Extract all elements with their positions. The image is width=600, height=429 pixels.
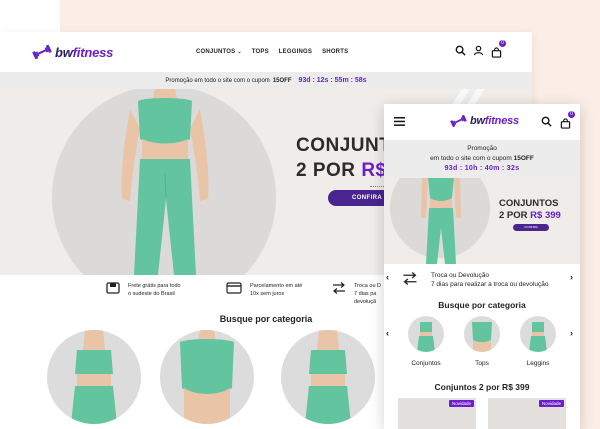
menu-item-conjuntos[interactable]: CONJUNTOS ⌄ bbox=[196, 49, 242, 55]
category-image bbox=[180, 330, 234, 424]
divider-dots bbox=[370, 186, 384, 187]
search-icon[interactable] bbox=[541, 116, 552, 127]
hamburger-menu-icon[interactable] bbox=[394, 117, 405, 126]
category-leggings[interactable] bbox=[281, 330, 375, 424]
category-tops[interactable] bbox=[160, 330, 254, 424]
benefit-text: 7 dias para realizar a troca ou devoluçã… bbox=[431, 281, 549, 288]
logo-suffix: fitness bbox=[72, 44, 114, 60]
benefit-installments: Parcelamento em até 10x sem juros bbox=[226, 282, 302, 298]
category-image bbox=[417, 322, 435, 352]
mobile-category-leggins[interactable]: Leggins bbox=[518, 316, 558, 367]
mobile-hero-headline: CONJUNTOS 2 POR R$ 399 bbox=[499, 198, 561, 221]
exchange-icon bbox=[403, 272, 417, 285]
search-icon[interactable] bbox=[455, 45, 466, 56]
credit-card-icon bbox=[226, 282, 242, 294]
new-badge: Novidade bbox=[538, 400, 564, 407]
shopping-bag-icon bbox=[560, 118, 571, 129]
mobile-hero-banner[interactable]: CONJUNTOS 2 POR R$ 399 CONFIRA bbox=[384, 178, 580, 264]
mobile-promo-bar: Promoção em todo o site com o cupom 15OF… bbox=[384, 140, 580, 178]
hero-price: R$ bbox=[361, 160, 387, 181]
promo-text: Promoção em todo o site com o cupom bbox=[165, 77, 270, 84]
mobile-benefit: ‹ Troca ou Devolução 7 dias para realiza… bbox=[384, 264, 580, 294]
mobile-category-conjuntos[interactable]: Conjuntos bbox=[406, 316, 446, 367]
cart-button[interactable]: 0 bbox=[560, 111, 575, 129]
hero-line-2: 2 POR bbox=[296, 160, 362, 181]
new-badge: Novidade bbox=[448, 400, 474, 407]
exchange-icon bbox=[333, 282, 345, 294]
menu-item-shorts[interactable]: SHORTS bbox=[322, 49, 348, 55]
promo-bar: Promoção em todo o site com o cupom 15OF… bbox=[0, 72, 532, 89]
dumbbell-icon bbox=[32, 45, 52, 59]
chevron-left-icon[interactable]: ‹ bbox=[386, 272, 389, 282]
mobile-logo[interactable]: bwfitness bbox=[450, 115, 519, 127]
mobile-product-list: Novidade Novidade bbox=[384, 398, 580, 429]
coupon-code: 15OFF bbox=[272, 77, 292, 84]
product-card[interactable]: Novidade bbox=[488, 398, 566, 429]
cart-count-badge: 0 bbox=[499, 40, 506, 47]
product-card[interactable]: Novidade bbox=[398, 398, 476, 429]
logo-prefix: bw bbox=[55, 44, 73, 60]
mobile-category-carousel: ‹ Conjuntos Tops Leggins › bbox=[384, 316, 580, 378]
desktop-header: bwfitness CONJUNTOS ⌄ TOPS LEGGINGS SHORT… bbox=[0, 32, 532, 72]
shopping-bag-icon bbox=[491, 47, 502, 58]
model-image bbox=[121, 89, 209, 275]
category-conjuntos[interactable] bbox=[47, 330, 141, 424]
mobile-category-tops[interactable]: Tops bbox=[462, 316, 502, 367]
category-image bbox=[529, 322, 547, 352]
cart-button[interactable]: 0 bbox=[491, 40, 506, 58]
chevron-right-icon[interactable]: › bbox=[570, 328, 573, 338]
user-icon[interactable] bbox=[473, 45, 484, 56]
main-menu: CONJUNTOS ⌄ TOPS LEGGINGS SHORTS bbox=[196, 32, 348, 72]
chevron-down-icon: ⌄ bbox=[237, 49, 242, 55]
chevron-left-icon[interactable]: ‹ bbox=[386, 328, 389, 338]
mobile-header: bwfitness 0 bbox=[384, 104, 580, 140]
benefit-exchange: Troca ou D7 dias pa devoluçã bbox=[332, 282, 381, 306]
chevron-right-icon[interactable]: › bbox=[570, 272, 573, 282]
menu-item-leggings[interactable]: LEGGINGS bbox=[279, 49, 312, 55]
coupon-code: 15OFF bbox=[513, 155, 534, 162]
mobile-preview: bwfitness 0 Promoção em todo o site com … bbox=[384, 104, 580, 429]
mobile-section-title: Conjuntos 2 por R$ 399 bbox=[434, 382, 530, 392]
logo[interactable]: bwfitness bbox=[32, 45, 113, 60]
benefit-title: Troca ou Devolução bbox=[431, 272, 489, 279]
category-image bbox=[472, 322, 492, 352]
mobile-hero-cta-button[interactable]: CONFIRA bbox=[513, 224, 549, 231]
dumbbell-icon bbox=[450, 115, 467, 127]
cart-count-badge: 0 bbox=[568, 111, 575, 118]
countdown-timer: 93d : 12s : 55m : 58s bbox=[298, 77, 367, 84]
category-image bbox=[305, 330, 351, 424]
menu-item-tops[interactable]: TOPS bbox=[252, 49, 269, 55]
truck-icon bbox=[106, 282, 120, 294]
mobile-category-title: Busque por categoria bbox=[438, 300, 526, 310]
model-image bbox=[421, 178, 461, 264]
countdown-timer: 93d : 10h : 40m : 32s bbox=[444, 165, 520, 172]
category-image bbox=[71, 330, 117, 424]
benefit-shipping: Frete grátis para todo o sudeste do Brasi… bbox=[106, 282, 181, 298]
